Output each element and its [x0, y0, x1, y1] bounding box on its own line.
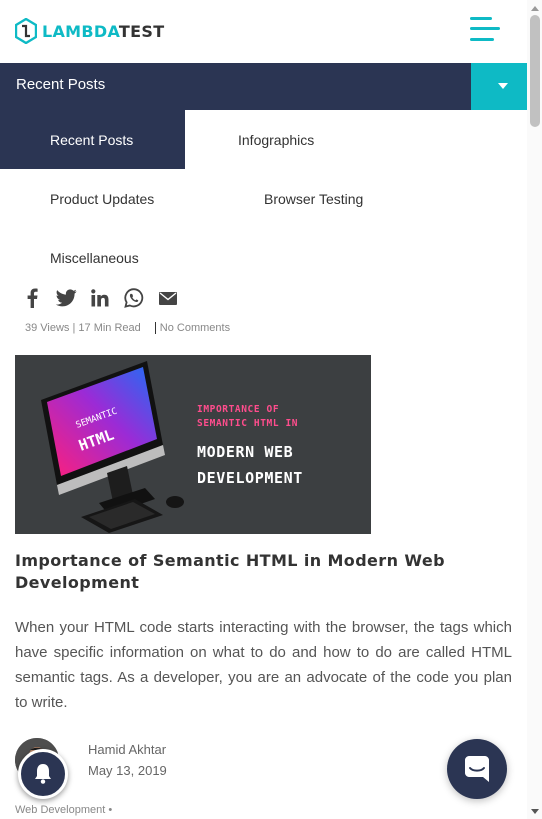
linkedin-icon[interactable]: [89, 288, 111, 308]
category-product-updates[interactable]: Product Updates: [0, 169, 214, 228]
post-excerpt: When your HTML code starts interacting w…: [15, 619, 512, 711]
comments-link[interactable]: No Comments: [160, 322, 230, 334]
email-icon[interactable]: [157, 288, 179, 308]
dropdown-label: Recent Posts: [16, 76, 106, 93]
logo-text: LAMBDATEST: [42, 21, 165, 41]
dropdown-toggle-button[interactable]: [471, 63, 527, 110]
notification-bell-button[interactable]: [18, 749, 68, 799]
post-date: May 13, 2019: [88, 763, 167, 778]
chat-bubble-icon: [465, 756, 489, 782]
views-read-time: 39 Views | 17 Min Read: [25, 322, 141, 334]
chevron-down-icon: [498, 83, 508, 89]
site-header: LAMBDATEST: [0, 0, 527, 63]
lambdatest-logo[interactable]: LAMBDATEST: [15, 18, 164, 44]
post-meta: 39 Views | 17 Min Read No Comments: [25, 322, 230, 335]
hamburger-menu-icon[interactable]: [470, 17, 502, 45]
scroll-down-arrow[interactable]: [531, 809, 539, 814]
image-caption-main: MODERN WEB DEVELOPMENT: [197, 443, 303, 487]
imac-illustration: SEMANTIC HTML: [15, 355, 371, 534]
category-miscellaneous[interactable]: Miscellaneous: [0, 228, 214, 287]
author-name[interactable]: Hamid Akhtar: [88, 742, 166, 757]
page: LAMBDATEST Recent Posts Recent Posts Inf…: [0, 0, 527, 819]
image-caption-top: IMPORTANCE OF SEMANTIC HTML IN: [197, 404, 299, 429]
twitter-icon[interactable]: [55, 288, 77, 308]
featured-image[interactable]: SEMANTIC HTML IMPORTANCE OF SEMANTIC HTM…: [15, 355, 371, 534]
category-browser-testing[interactable]: Browser Testing: [214, 169, 527, 228]
scrollbar-thumb[interactable]: [530, 15, 540, 127]
category-recent-posts[interactable]: Recent Posts: [0, 110, 185, 169]
whatsapp-icon[interactable]: [123, 288, 145, 308]
post-category[interactable]: Web Development •: [15, 804, 112, 816]
category-infographics[interactable]: Infographics: [185, 110, 527, 169]
scroll-up-arrow[interactable]: [531, 6, 539, 11]
facebook-icon[interactable]: [21, 288, 43, 308]
lambdatest-logo-icon: [15, 18, 37, 44]
notification-bell-icon: [35, 764, 51, 784]
post-title[interactable]: Importance of Semantic HTML in Modern We…: [15, 550, 515, 594]
category-dropdown[interactable]: Recent Posts: [0, 63, 527, 110]
chat-widget-button[interactable]: [447, 739, 507, 799]
